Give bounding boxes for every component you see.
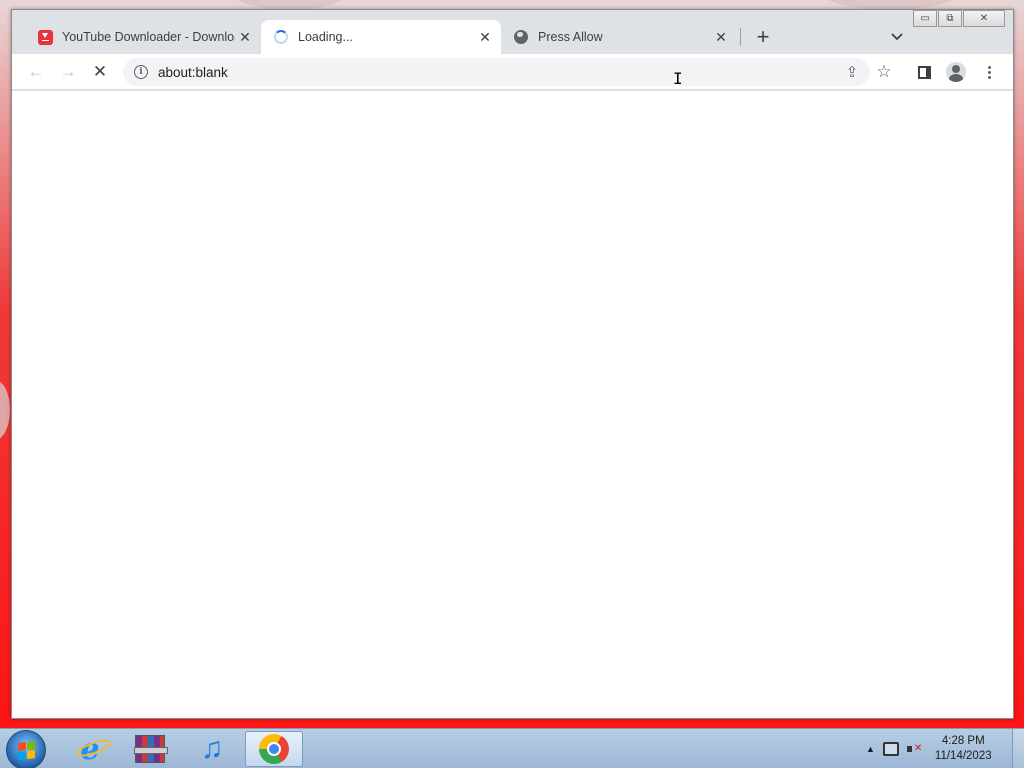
stop-loading-button[interactable]: ✕ xyxy=(86,58,114,86)
kebab-menu-icon xyxy=(987,65,991,79)
window-controls: ▭ ⧉ ✕ xyxy=(912,10,1005,27)
text-cursor-icon: I xyxy=(673,69,683,88)
restore-button[interactable]: ⧉ xyxy=(938,10,962,27)
taskbar-itunes[interactable]: ♫ xyxy=(183,731,241,767)
browser-toolbar: ← → ✕ i about:blank ⇪ ☆ xyxy=(12,54,1013,90)
clock-date: 11/14/2023 xyxy=(934,750,992,762)
show-hidden-icons-button[interactable]: ▲ xyxy=(866,744,875,754)
tab-search-button[interactable] xyxy=(885,25,909,49)
address-bar[interactable]: i about:blank xyxy=(123,58,870,86)
avatar xyxy=(946,62,966,82)
tab-close-button[interactable]: ✕ xyxy=(475,27,495,47)
chevron-down-icon xyxy=(891,33,903,41)
winrar-icon xyxy=(134,735,168,763)
taskbar-internet-explorer[interactable]: e xyxy=(61,731,119,767)
clock[interactable]: 4:28 PM 11/14/2023 xyxy=(935,734,992,764)
site-info-icon[interactable]: i xyxy=(134,65,148,79)
tab-close-button[interactable]: ✕ xyxy=(711,27,731,47)
close-window-button[interactable]: ✕ xyxy=(963,10,1005,27)
minimize-button[interactable]: ▭ xyxy=(913,10,937,27)
show-desktop-button[interactable] xyxy=(1012,729,1024,768)
url-text: about:blank xyxy=(158,64,228,80)
internet-explorer-icon: e xyxy=(75,732,114,767)
download-icon xyxy=(37,29,53,45)
tab-close-button[interactable]: ✕ xyxy=(235,27,255,47)
tab-title: YouTube Downloader - Download xyxy=(62,30,235,44)
windows-logo-icon xyxy=(18,741,35,760)
tab-loading[interactable]: Loading... ✕ xyxy=(261,20,501,54)
spinner-icon xyxy=(273,29,289,45)
start-button[interactable] xyxy=(6,730,46,768)
wallpaper-shape xyxy=(0,380,10,440)
system-tray: ▲ 4:28 PM 11/14/2023 xyxy=(866,729,992,768)
side-panel-button[interactable] xyxy=(910,58,938,86)
tab-strip: YouTube Downloader - Download ✕ Loading.… xyxy=(12,10,1013,54)
taskbar-winrar[interactable] xyxy=(121,731,179,767)
side-panel-icon xyxy=(917,65,931,79)
bookmark-star-button[interactable]: ☆ xyxy=(870,58,898,86)
taskbar: e ♫ ▲ 4:28 PM 11/14/2023 xyxy=(0,728,1024,768)
clock-time: 4:28 PM xyxy=(941,735,985,747)
tab-title: Loading... xyxy=(298,30,353,44)
browser-window: YouTube Downloader - Download ✕ Loading.… xyxy=(11,9,1014,719)
volume-muted-icon[interactable] xyxy=(906,742,923,756)
music-note-icon: ♫ xyxy=(200,732,224,765)
tab-youtube-downloader[interactable]: YouTube Downloader - Download ✕ xyxy=(25,20,261,54)
profile-button[interactable] xyxy=(942,58,970,86)
tab-title: Press Allow xyxy=(538,30,603,44)
share-button[interactable]: ⇪ xyxy=(838,58,866,86)
chrome-icon xyxy=(259,734,289,764)
network-icon[interactable] xyxy=(882,742,899,756)
taskbar-chrome[interactable] xyxy=(245,731,303,767)
forward-button[interactable]: → xyxy=(54,58,82,86)
page-content[interactable] xyxy=(12,91,1013,718)
globe-icon xyxy=(513,29,529,45)
back-button[interactable]: ← xyxy=(22,58,50,86)
menu-button[interactable] xyxy=(975,58,1003,86)
tab-divider xyxy=(740,28,741,46)
tab-press-allow[interactable]: Press Allow ✕ xyxy=(501,20,737,54)
new-tab-button[interactable]: + xyxy=(751,24,775,49)
